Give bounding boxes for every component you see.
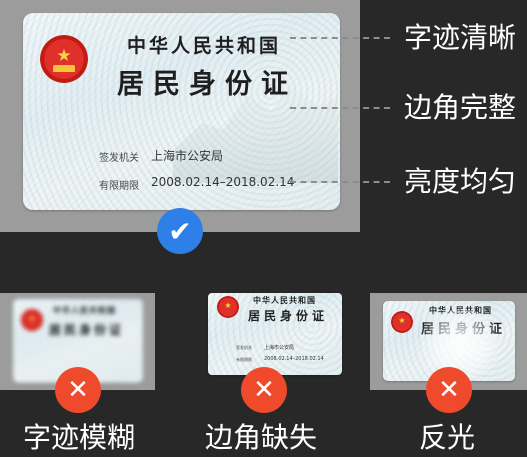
close-icon: ✕ [241,367,287,413]
validity-label: 有限期限 [99,181,139,192]
caption-missing-corners: 边角缺失 [204,421,317,454]
glare-spot [415,309,505,379]
card-title: 居民身份证 [117,69,297,100]
id-photo-guide: ★ 中华人民共和国 居民身份证 签发机关 上海市公安局 有限期限 2008.02… [0,0,527,457]
callout-label: 字迹清晰 [404,21,517,54]
callout-leader-line [290,107,390,109]
id-card-cropped: ★ 中华人民共和国 居民身份证 签发机关 上海市公安局 有限期限 2008.02… [208,293,342,375]
caption-blurry: 字迹模糊 [22,421,135,454]
national-emblem-icon: ★ [391,311,413,333]
validity-value: 2008.02.14–2018.02.14 [264,356,324,362]
issuer-value: 上海市公安局 [264,345,295,351]
national-emblem-icon: ★ [40,35,88,83]
caption-glare: 反光 [418,421,475,454]
callout-clear-text: 字迹清晰 [290,18,527,58]
callout-even-brightness: 亮度均匀 [290,162,527,202]
callout-leader-line [290,37,390,39]
close-icon: ✕ [55,367,101,413]
checkmark-icon: ✔ [157,208,203,254]
callout-leader-line [290,181,390,183]
national-emblem-icon: ★ [217,296,239,318]
card-title: 居民身份证 [49,323,125,337]
issuer-label: 签发机关 [236,345,252,350]
callout-label: 边角完整 [404,91,517,124]
card-country: 中华人民共和国 [253,295,316,305]
close-icon: ✕ [426,367,472,413]
card-country: 中华人民共和国 [127,35,282,57]
card-title: 居民身份证 [248,309,329,323]
national-emblem-icon: ★ [21,309,43,331]
issuer-label: 签发机关 [99,153,139,164]
issuer-value: 上海市公安局 [151,149,224,163]
callout-complete-corners: 边角完整 [290,88,527,128]
callout-label: 亮度均匀 [404,165,517,198]
card-country: 中华人民共和国 [53,305,116,315]
validity-label: 有限期限 [236,357,252,362]
validity-value: 2008.02.14–2018.02.14 [151,175,295,189]
